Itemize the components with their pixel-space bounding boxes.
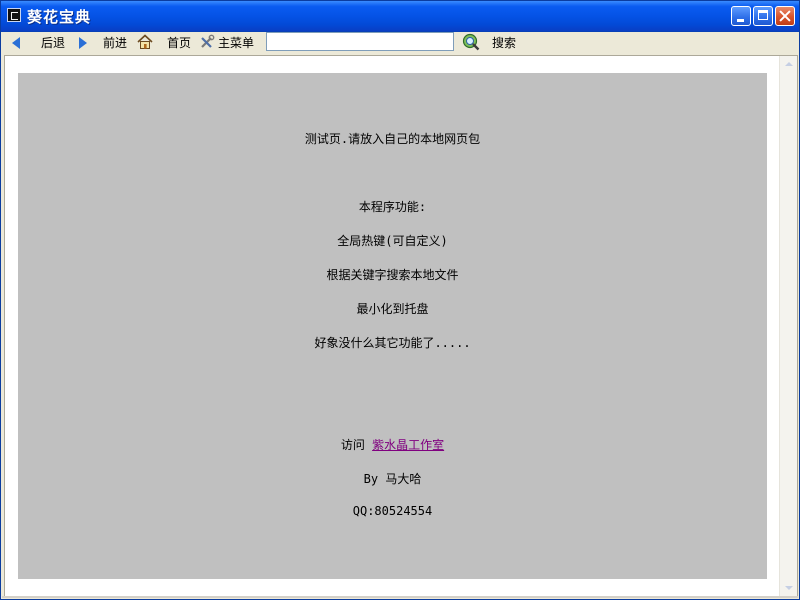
forward-button[interactable]: 前进 bbox=[103, 35, 127, 51]
app-icon[interactable] bbox=[7, 8, 21, 22]
bottom-border bbox=[2, 596, 798, 598]
web-page: 测试页.请放入自己的本地网页包 本程序功能: 全局热键(可自定义) 根据关键字搜… bbox=[18, 73, 767, 579]
home-icon[interactable] bbox=[137, 34, 153, 50]
feature-other: 好象没什么其它功能了..... bbox=[314, 336, 471, 350]
studio-link[interactable]: 紫水晶工作室 bbox=[372, 438, 444, 452]
author-text: By 马大哈 bbox=[363, 472, 422, 486]
scroll-up-button[interactable] bbox=[781, 57, 796, 72]
home-button[interactable]: 首页 bbox=[167, 35, 191, 51]
scroll-down-button[interactable] bbox=[781, 580, 796, 595]
back-button[interactable]: 后退 bbox=[41, 35, 65, 51]
main-menu-button[interactable]: 主菜单 bbox=[218, 35, 254, 51]
test-page-text: 测试页.请放入自己的本地网页包 bbox=[304, 132, 481, 146]
vertical-scrollbar[interactable] bbox=[779, 56, 797, 596]
search-input[interactable] bbox=[266, 32, 454, 51]
visit-line: 访问 紫水晶工作室 bbox=[18, 436, 767, 453]
back-arrow-icon[interactable] bbox=[12, 37, 20, 49]
maximize-button[interactable] bbox=[753, 6, 773, 26]
visit-label: 访问 bbox=[340, 438, 365, 452]
minimize-button[interactable] bbox=[731, 6, 751, 26]
title-bar[interactable]: 葵花宝典 bbox=[1, 1, 799, 32]
qq-text: QQ:80524554 bbox=[352, 504, 433, 518]
feature-search: 根据关键字搜索本地文件 bbox=[326, 268, 459, 282]
content-frame[interactable]: 测试页.请放入自己的本地网页包 本程序功能: 全局热键(可自定义) 根据关键字搜… bbox=[4, 55, 798, 597]
search-icon[interactable] bbox=[462, 33, 480, 51]
toolbar: 后退 前进 首页 主菜单 搜索 bbox=[2, 32, 798, 54]
forward-arrow-icon[interactable] bbox=[79, 37, 87, 49]
feature-tray: 最小化到托盘 bbox=[356, 302, 429, 316]
feature-hotkey: 全局热键(可自定义) bbox=[337, 234, 448, 248]
close-button[interactable] bbox=[775, 6, 795, 26]
tools-icon[interactable] bbox=[199, 34, 215, 50]
app-window: 葵花宝典 后退 前进 首页 主菜单 搜索 测试页.请放入自己的本地网页包 本程序… bbox=[0, 0, 800, 600]
window-title: 葵花宝典 bbox=[27, 8, 92, 26]
search-button[interactable]: 搜索 bbox=[492, 35, 516, 51]
features-heading: 本程序功能: bbox=[358, 200, 427, 214]
